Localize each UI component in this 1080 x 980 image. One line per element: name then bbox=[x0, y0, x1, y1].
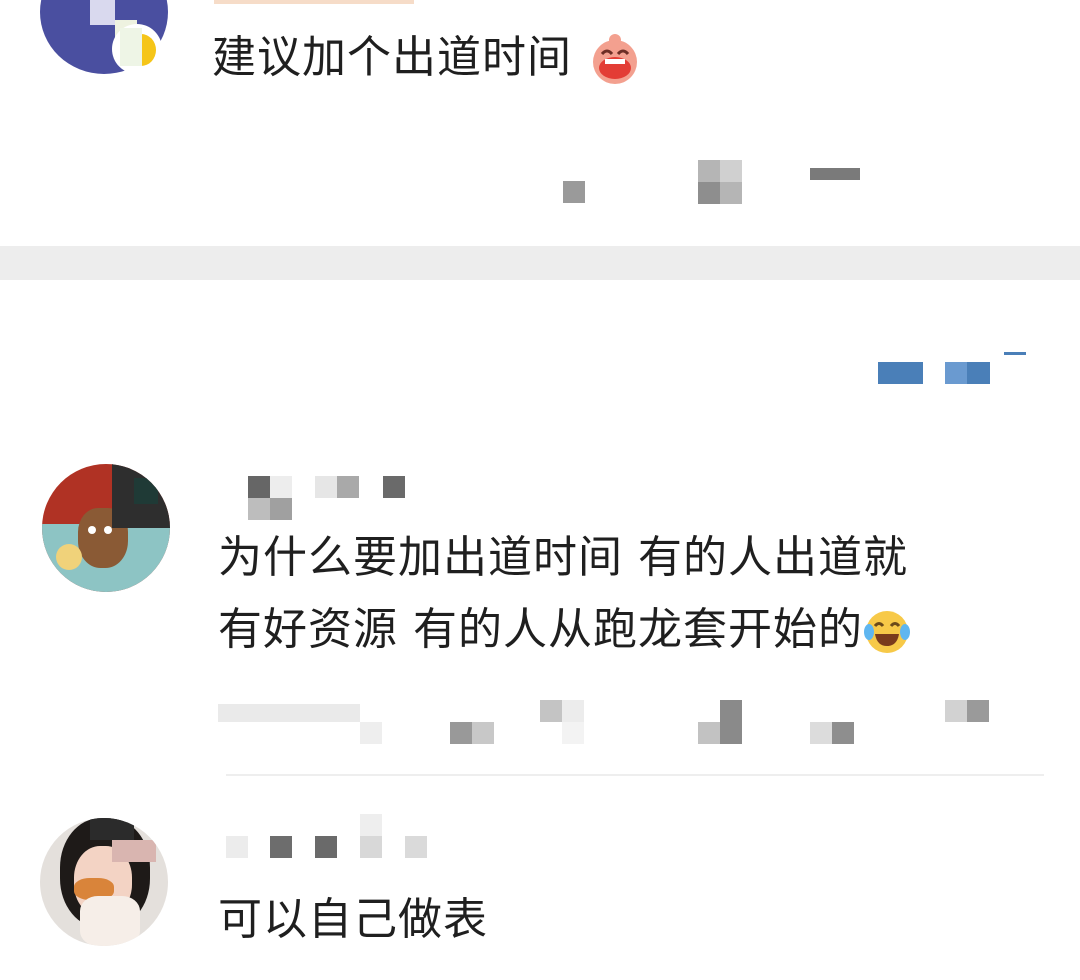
avatar[interactable] bbox=[42, 464, 170, 592]
username-mosaic bbox=[383, 476, 405, 498]
like-count bbox=[832, 722, 854, 744]
grinning-face-emoji bbox=[593, 34, 637, 84]
share-icon[interactable] bbox=[562, 722, 584, 744]
comment-text: 可以自己做表 bbox=[218, 894, 488, 945]
username-mosaic bbox=[226, 836, 248, 858]
timestamp bbox=[216, 186, 230, 202]
username-mosaic bbox=[270, 836, 292, 858]
username-mosaic bbox=[270, 476, 292, 498]
reply-count-mosaic bbox=[360, 722, 382, 744]
more-icon[interactable] bbox=[945, 700, 967, 722]
username-mosaic bbox=[315, 476, 337, 498]
like-icon-mosaic bbox=[720, 160, 742, 182]
comment-text: 建议加个出道时间 bbox=[212, 22, 643, 94]
reply-icon[interactable] bbox=[472, 722, 494, 744]
badge-icon bbox=[112, 24, 162, 74]
username-mosaic bbox=[337, 476, 359, 498]
timestamp bbox=[218, 704, 360, 722]
avatar[interactable] bbox=[40, 818, 168, 946]
share-icon[interactable] bbox=[540, 700, 562, 722]
username-mosaic bbox=[248, 476, 270, 498]
comment-separator bbox=[226, 774, 1044, 776]
tears-of-joy-emoji bbox=[864, 611, 910, 653]
avatar-mosaic bbox=[90, 0, 115, 25]
reply-icon[interactable] bbox=[563, 181, 585, 203]
more-icon[interactable] bbox=[967, 700, 989, 722]
sort-icon[interactable] bbox=[1004, 352, 1026, 379]
share-icon[interactable] bbox=[562, 700, 584, 722]
username-mosaic bbox=[248, 498, 270, 520]
like-icon[interactable] bbox=[720, 700, 742, 744]
like-icon[interactable] bbox=[698, 722, 720, 744]
section-divider bbox=[0, 246, 1080, 280]
username-mosaic bbox=[270, 498, 292, 520]
username-mosaic bbox=[214, 0, 414, 4]
like-icon-mosaic bbox=[698, 182, 720, 204]
sort-option-mosaic bbox=[945, 362, 967, 384]
sort-option[interactable] bbox=[878, 362, 923, 384]
username-mosaic bbox=[315, 836, 337, 858]
reply-icon[interactable] bbox=[450, 722, 472, 744]
username-mosaic bbox=[360, 836, 382, 858]
comment-text: 为什么要加出道时间 有的人出道就 有好资源 有的人从跑龙套开始的 bbox=[218, 522, 911, 666]
username-mosaic bbox=[405, 836, 427, 858]
more-icon[interactable] bbox=[810, 168, 860, 180]
username-mosaic bbox=[360, 814, 382, 836]
like-count bbox=[810, 722, 832, 744]
